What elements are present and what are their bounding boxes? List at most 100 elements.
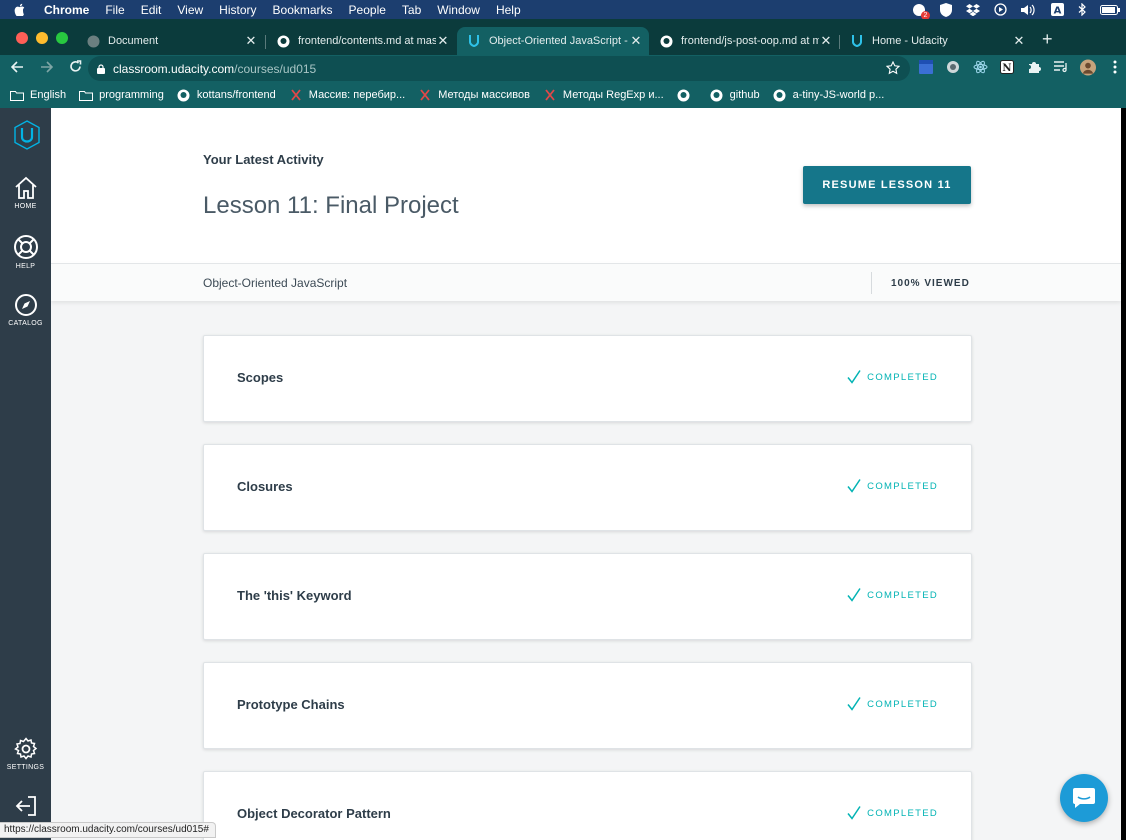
tab-title: Document <box>108 35 159 47</box>
reload-icon[interactable] <box>63 60 87 77</box>
battery-icon[interactable] <box>1100 4 1120 15</box>
x-icon <box>289 88 303 102</box>
bookmarks-bar: English programming kottans/frontend Мас… <box>0 82 1126 108</box>
zoom-window-button[interactable] <box>56 32 68 44</box>
udacity-logo-icon[interactable] <box>14 120 40 155</box>
react-devtools-icon[interactable] <box>972 59 988 75</box>
minimize-window-button[interactable] <box>36 32 48 44</box>
bookmark-kottans-frontend[interactable]: kottans/frontend <box>177 88 276 102</box>
menu-app-name[interactable]: Chrome <box>44 3 89 17</box>
bookmark-github[interactable]: github <box>710 88 760 102</box>
status-badge: COMPLETED <box>847 806 938 820</box>
status-label: COMPLETED <box>867 371 938 383</box>
tab-home-udacity[interactable]: Home - Udacity ✕ <box>840 27 1032 55</box>
volume-icon[interactable] <box>1021 4 1037 16</box>
lesson-card[interactable]: Scopes COMPLETED <box>203 335 972 422</box>
browser-toolbar: classroom.udacity.com/courses/ud015 N <box>0 55 1126 82</box>
menu-people[interactable]: People <box>349 3 386 17</box>
puzzle-extensions-icon[interactable] <box>1026 59 1042 75</box>
bookmark-massiv[interactable]: Массив: перебир... <box>289 88 405 102</box>
window-controls <box>16 32 68 44</box>
lesson-title: Lesson 11: Final Project <box>203 192 459 219</box>
menu-window[interactable]: Window <box>437 3 480 17</box>
bluetooth-icon[interactable] <box>1078 3 1086 16</box>
udacity-logo-icon <box>850 34 864 48</box>
more-menu-icon[interactable] <box>1107 59 1123 75</box>
bookmark-a-tiny-js-world[interactable]: a-tiny-JS-world p... <box>773 88 885 102</box>
bookmark-label: a-tiny-JS-world p... <box>792 89 885 101</box>
address-bar[interactable]: classroom.udacity.com/courses/ud015 <box>88 56 910 81</box>
lesson-card[interactable]: Closures COMPLETED <box>203 444 972 531</box>
status-badge: COMPLETED <box>847 588 938 602</box>
chat-support-button[interactable] <box>1060 774 1108 822</box>
tab-title: Home - Udacity <box>872 35 948 47</box>
bookmark-github-unlabeled[interactable] <box>677 88 697 102</box>
tab-js-post-oop[interactable]: frontend/js-post-oop.md at master ✕ <box>649 27 839 55</box>
bookmark-programming[interactable]: programming <box>79 88 164 102</box>
bookmark-label: Методы массивов <box>438 89 530 101</box>
x-icon <box>418 88 432 102</box>
reading-list-icon[interactable] <box>1053 59 1069 75</box>
menu-bookmarks[interactable]: Bookmarks <box>273 3 333 17</box>
lock-icon[interactable] <box>97 63 105 74</box>
lesson-name: Prototype Chains <box>237 697 345 712</box>
bookmark-label: English <box>30 89 67 101</box>
sidebar-item-home[interactable]: HOME <box>0 176 51 210</box>
sidebar-item-help[interactable]: HELP <box>0 234 51 270</box>
close-tab-icon[interactable]: ✕ <box>819 33 833 49</box>
calendar-extension-icon[interactable] <box>918 59 934 75</box>
github-icon <box>677 88 691 102</box>
github-icon <box>710 88 724 102</box>
bookmark-array-methods[interactable]: Методы массивов <box>418 88 530 102</box>
lesson-card[interactable]: Prototype Chains COMPLETED <box>203 662 972 749</box>
main-content: Your Latest Activity Lesson 11: Final Pr… <box>51 108 1121 840</box>
new-tab-button[interactable]: + <box>1042 29 1053 50</box>
menu-file[interactable]: File <box>105 3 124 17</box>
github-icon <box>177 88 191 102</box>
sidebar-item-settings[interactable]: SETTINGS <box>0 737 51 771</box>
logout-icon <box>15 796 36 816</box>
status-label: COMPLETED <box>867 589 938 601</box>
bookmark-english[interactable]: English <box>10 88 66 102</box>
close-tab-icon[interactable]: ✕ <box>244 33 258 49</box>
profile-avatar[interactable] <box>1080 59 1096 75</box>
viewed-percentage: 100% VIEWED <box>891 278 970 289</box>
forward-arrow-icon[interactable] <box>34 60 58 77</box>
menu-tab[interactable]: Tab <box>402 3 421 17</box>
sidebar-item-catalog[interactable]: CATALOG <box>0 293 51 327</box>
lesson-card[interactable]: Object Decorator Pattern COMPLETED <box>203 771 972 840</box>
gear-icon <box>13 737 37 760</box>
sidebar-item-logout[interactable] <box>0 794 51 821</box>
play-circle-icon[interactable] <box>994 3 1007 16</box>
notification-icon[interactable]: 2 <box>912 3 930 20</box>
shield-icon[interactable] <box>940 2 952 17</box>
close-tab-icon[interactable]: ✕ <box>1012 33 1026 49</box>
close-tab-icon[interactable]: ✕ <box>436 33 450 49</box>
tab-object-oriented-javascript[interactable]: Object-Oriented JavaScript - Udacity ✕ <box>457 27 649 55</box>
sidebar-item-label: HELP <box>15 263 36 270</box>
link-status-tooltip: https://classroom.udacity.com/courses/ud… <box>0 822 216 838</box>
notion-icon[interactable]: N <box>999 59 1015 75</box>
close-window-button[interactable] <box>16 32 28 44</box>
tab-document[interactable]: Document ✕ <box>76 27 264 55</box>
macos-menu-bar: Chrome File Edit View History Bookmarks … <box>0 0 1126 20</box>
lesson-card[interactable]: The 'this' Keyword COMPLETED <box>203 553 972 640</box>
github-icon <box>659 34 673 48</box>
tab-frontend-contents[interactable]: frontend/contents.md at master ✕ <box>266 27 456 55</box>
input-source-icon[interactable]: A <box>1051 3 1064 16</box>
status-label: COMPLETED <box>867 807 938 819</box>
resume-lesson-button[interactable]: RESUME LESSON 11 <box>803 166 971 204</box>
bookmark-regexp-methods[interactable]: Методы RegExp и... <box>543 88 664 102</box>
back-arrow-icon[interactable] <box>5 60 29 77</box>
menu-history[interactable]: History <box>219 3 256 17</box>
apple-icon[interactable] <box>14 3 30 16</box>
close-tab-icon[interactable]: ✕ <box>629 33 643 49</box>
bookmark-star-icon[interactable] <box>885 60 901 78</box>
circle-extension-icon[interactable] <box>945 59 961 75</box>
menu-edit[interactable]: Edit <box>141 3 162 17</box>
dropbox-icon[interactable] <box>966 3 980 16</box>
latest-activity-panel: Your Latest Activity Lesson 11: Final Pr… <box>51 108 1121 263</box>
lesson-name: Object Decorator Pattern <box>237 806 391 821</box>
menu-help[interactable]: Help <box>496 3 521 17</box>
menu-view[interactable]: View <box>177 3 203 17</box>
